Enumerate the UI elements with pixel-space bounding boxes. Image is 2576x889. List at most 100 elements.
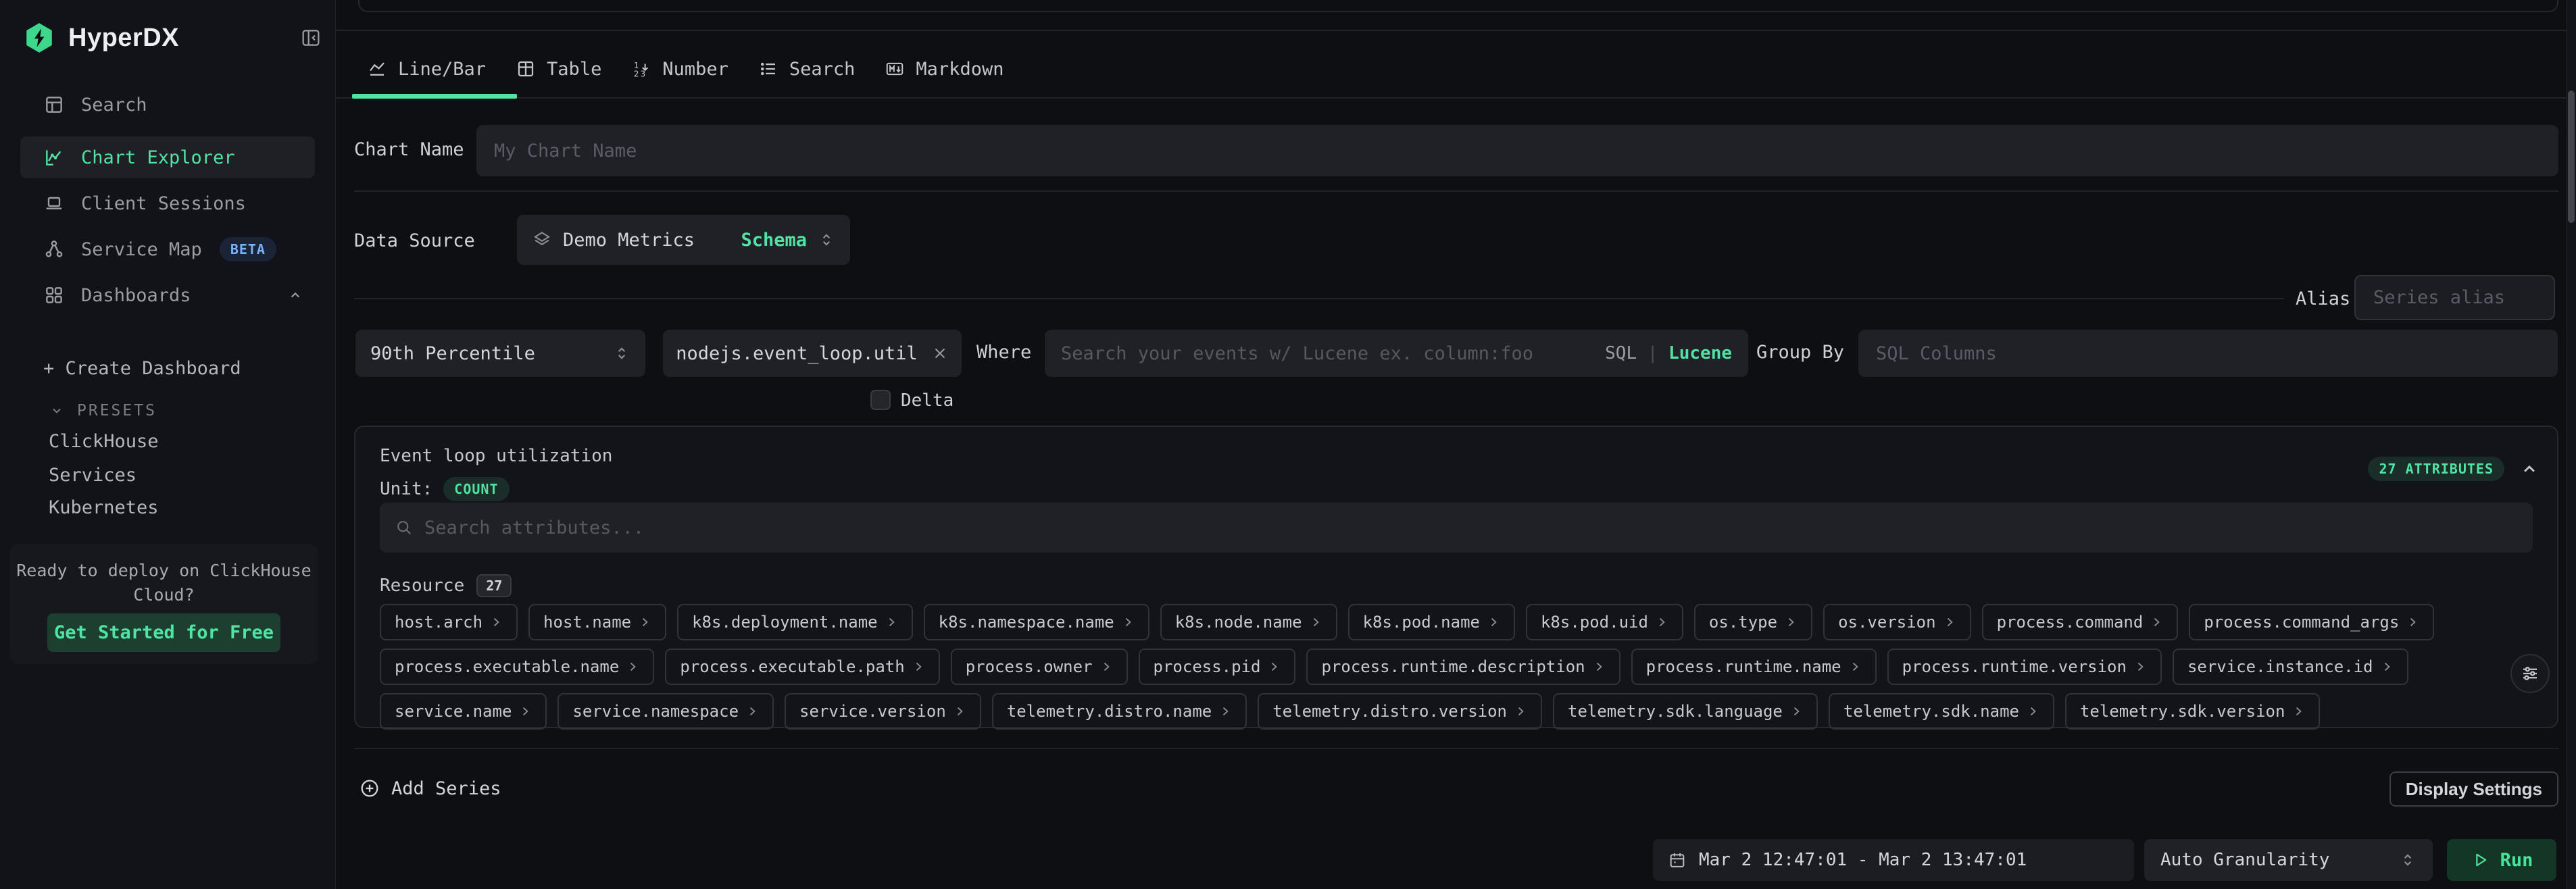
attribute-chip[interactable]: k8s.namespace.name bbox=[924, 604, 1149, 640]
attribute-chip[interactable]: k8s.pod.uid bbox=[1526, 604, 1683, 640]
chart-name-label: Chart Name bbox=[354, 139, 464, 160]
sidebar-collapse-icon[interactable] bbox=[300, 27, 322, 49]
attributes-count-badge: 27 ATTRIBUTES bbox=[2368, 457, 2504, 481]
attribute-chip[interactable]: process.owner bbox=[951, 649, 1128, 685]
vertical-scrollbar-thumb[interactable] bbox=[2568, 91, 2575, 223]
data-source-value: Demo Metrics bbox=[563, 230, 695, 251]
tabs-bottom-border bbox=[336, 97, 2576, 99]
run-button[interactable]: Run bbox=[2447, 839, 2556, 881]
chevron-right-icon bbox=[1218, 705, 1232, 718]
aggregation-select[interactable]: 90th Percentile bbox=[355, 330, 645, 377]
attribute-chip[interactable]: k8s.deployment.name bbox=[677, 604, 913, 640]
attribute-chip[interactable]: os.version bbox=[1823, 604, 1971, 640]
preset-services[interactable]: Services bbox=[49, 465, 137, 486]
chevron-right-icon bbox=[1784, 615, 1798, 629]
chevron-right-icon bbox=[912, 660, 925, 674]
attribute-chip[interactable]: k8s.pod.name bbox=[1348, 604, 1515, 640]
play-icon bbox=[2471, 850, 2490, 869]
sidebar-item-dashboards[interactable]: Dashboards bbox=[20, 274, 315, 316]
header-divider bbox=[336, 30, 2576, 31]
attribute-chip[interactable]: process.pid bbox=[1139, 649, 1296, 685]
presets-header[interactable]: PRESETS bbox=[49, 402, 157, 420]
attribute-chip[interactable]: process.runtime.description bbox=[1306, 649, 1620, 685]
alias-label: Alias bbox=[2296, 288, 2350, 309]
attribute-chip[interactable]: process.command_args bbox=[2189, 604, 2434, 640]
attribute-chip[interactable]: service.namespace bbox=[558, 693, 774, 730]
attribute-chip[interactable]: process.executable.name bbox=[380, 649, 654, 685]
metric-field-chip[interactable]: nodejs.event_loop.util bbox=[663, 330, 962, 377]
attribute-chip[interactable]: host.name bbox=[528, 604, 666, 640]
chevron-right-icon bbox=[2150, 615, 2163, 629]
attribute-chip[interactable]: telemetry.distro.version bbox=[1258, 693, 1542, 730]
sidebar-item-service-map[interactable]: Service Map BETA bbox=[20, 228, 315, 270]
attribute-chip[interactable]: os.type bbox=[1694, 604, 1812, 640]
chart-name-input[interactable] bbox=[476, 125, 2558, 176]
attribute-chip[interactable]: service.version bbox=[785, 693, 981, 730]
remove-metric-icon[interactable] bbox=[931, 345, 949, 362]
attribute-chip[interactable]: telemetry.sdk.name bbox=[1829, 693, 2054, 730]
tab-table[interactable]: Table bbox=[501, 45, 616, 93]
attribute-chip[interactable]: k8s.node.name bbox=[1160, 604, 1337, 640]
main-content: Line/Bar Table 123 Number Search Markdow… bbox=[336, 0, 2576, 889]
series-divider bbox=[354, 298, 2284, 299]
attribute-chip[interactable]: telemetry.sdk.language bbox=[1553, 693, 1818, 730]
where-search-input[interactable] bbox=[1061, 343, 1594, 364]
group-by-input[interactable] bbox=[1858, 330, 2558, 377]
attribute-chip[interactable]: process.command bbox=[1982, 604, 2179, 640]
add-series-button[interactable]: Add Series bbox=[359, 771, 501, 805]
delta-checkbox[interactable] bbox=[870, 390, 891, 410]
resource-group-header: Resource 27 bbox=[380, 574, 512, 597]
sidebar-item-client-sessions[interactable]: Client Sessions bbox=[20, 182, 315, 224]
tab-line-bar[interactable]: Line/Bar bbox=[352, 45, 501, 93]
tab-search[interactable]: Search bbox=[743, 45, 870, 93]
attribute-chip[interactable]: service.name bbox=[380, 693, 547, 730]
beta-badge: BETA bbox=[220, 237, 276, 261]
display-settings-button[interactable]: Display Settings bbox=[2389, 771, 2558, 807]
table-icon bbox=[516, 59, 536, 79]
data-source-select[interactable]: Demo Metrics Schema bbox=[517, 215, 850, 265]
sidebar-item-search[interactable]: Search bbox=[20, 84, 315, 126]
attribute-chip[interactable]: telemetry.distro.name bbox=[992, 693, 1247, 730]
get-started-button[interactable]: Get Started for Free bbox=[47, 613, 280, 652]
tab-markdown[interactable]: Markdown bbox=[870, 45, 1018, 93]
chevron-right-icon bbox=[638, 615, 651, 629]
attribute-search-input[interactable] bbox=[424, 517, 2518, 538]
query-language-toggle[interactable]: SQL | Lucene bbox=[1605, 343, 1732, 363]
chevron-right-icon bbox=[1121, 615, 1135, 629]
attribute-chip[interactable]: process.executable.path bbox=[665, 649, 939, 685]
create-dashboard-button[interactable]: + Create Dashboard bbox=[43, 358, 241, 379]
granularity-select[interactable]: Auto Granularity bbox=[2144, 839, 2433, 881]
metric-details-panel: Event loop utilization Unit: COUNT 27 AT… bbox=[354, 426, 2558, 728]
preset-kubernetes[interactable]: Kubernetes bbox=[49, 497, 159, 518]
collapse-panel-icon[interactable] bbox=[2519, 459, 2540, 479]
laptop-icon bbox=[43, 193, 66, 214]
series-alias-input[interactable] bbox=[2354, 275, 2555, 320]
attribute-chip[interactable]: telemetry.sdk.version bbox=[2065, 693, 2320, 730]
chevron-right-icon bbox=[2380, 660, 2394, 674]
sidebar-item-chart-explorer[interactable]: Chart Explorer bbox=[20, 136, 315, 178]
vertical-scrollbar-track[interactable] bbox=[2567, 0, 2576, 889]
sidebar-item-label: Search bbox=[81, 95, 147, 116]
chevron-right-icon bbox=[489, 615, 503, 629]
sidebar-item-label: Client Sessions bbox=[81, 193, 246, 214]
chevron-right-icon bbox=[1267, 660, 1281, 674]
app-title: HyperDX bbox=[68, 24, 179, 53]
attribute-chip[interactable]: process.runtime.version bbox=[1887, 649, 2162, 685]
sidebar-item-label: Chart Explorer bbox=[81, 147, 235, 168]
active-tab-indicator bbox=[352, 94, 517, 99]
service-map-icon bbox=[43, 238, 66, 260]
attribute-chip[interactable]: host.arch bbox=[380, 604, 518, 640]
tab-number[interactable]: 123 Number bbox=[616, 45, 743, 93]
sidebar-item-label: Service Map bbox=[81, 239, 202, 260]
schema-link[interactable]: Schema bbox=[741, 230, 807, 251]
chevron-down-icon bbox=[49, 403, 65, 419]
filter-settings-floating-button[interactable] bbox=[2510, 654, 2550, 693]
chevron-right-icon bbox=[518, 705, 532, 718]
unit-label: Unit: bbox=[380, 479, 432, 499]
cloud-card-text: Ready to deploy on ClickHouse Cloud? bbox=[9, 559, 318, 607]
attribute-chip[interactable]: process.runtime.name bbox=[1631, 649, 1877, 685]
preset-clickhouse[interactable]: ClickHouse bbox=[49, 431, 159, 452]
number-sort-icon: 123 bbox=[631, 59, 651, 79]
attribute-chip[interactable]: service.instance.id bbox=[2173, 649, 2408, 685]
time-range-picker[interactable]: Mar 2 12:47:01 - Mar 2 13:47:01 bbox=[1653, 839, 2134, 881]
